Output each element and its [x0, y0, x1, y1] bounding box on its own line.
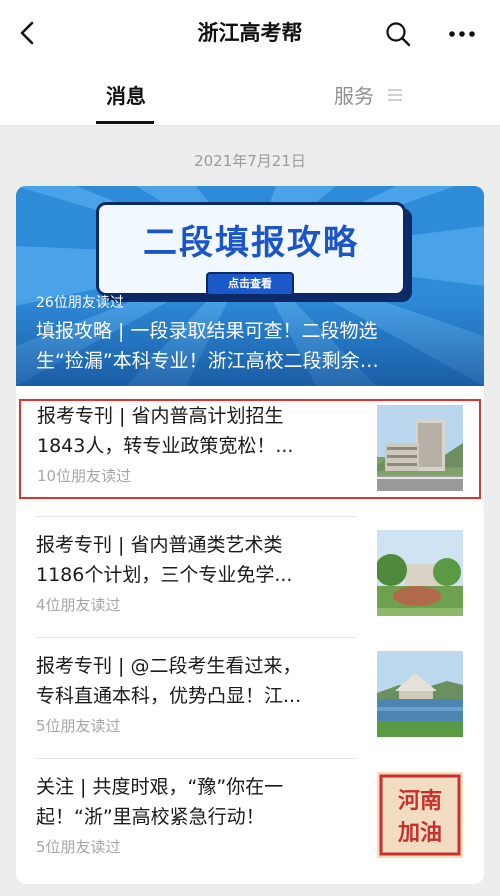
list-item[interactable]: 报考专刊 | @二段考生看过来， 专科直通本科，优势凸显！江... 5位朋友读过: [16, 639, 484, 751]
divider: [36, 758, 356, 759]
article-title-line-2: 专科直通本科，优势凸显！江...: [36, 685, 302, 707]
henan-poster: 河南 加油: [377, 772, 463, 858]
search-icon[interactable]: [384, 20, 412, 48]
active-tab-indicator: [96, 121, 154, 124]
article-read-count: 10位朋友读过: [37, 467, 132, 485]
svg-text:加油: 加油: [397, 821, 442, 846]
menu-icon: [388, 88, 403, 101]
article-title-line-1: 报考专刊 | 省内普高计划招生: [37, 405, 284, 427]
article-title-line-1: 报考专刊 | 省内普通类艺术类: [36, 534, 283, 556]
tab-services[interactable]: 服务: [334, 80, 424, 109]
article-title: 报考专刊 | @二段考生看过来， 专科直通本科，优势凸显！江...: [36, 651, 354, 711]
hero-view-button[interactable]: 点击查看: [206, 272, 294, 296]
article-title-line-2: 1186个计划，三个专业免学...: [36, 564, 293, 586]
article-title-line-2: 起！“浙”里高校紧急行动！: [36, 806, 265, 828]
article-read-count: 5位朋友读过: [36, 717, 121, 735]
page-title: 浙江高考帮: [197, 21, 303, 45]
article-title: 报考专刊 | 省内普通类艺术类 1186个计划，三个专业免学...: [36, 530, 354, 590]
hero-title: 填报攻略 | 一段录取结果可查！二段物选 生“捡漏”本科专业！浙江高校二段剩余…: [36, 316, 476, 376]
hero-title-line-2: 生“捡漏”本科专业！浙江高校二段剩余…: [36, 350, 379, 372]
tab-bar: 消息 服务: [0, 66, 500, 126]
list-item[interactable]: 报考专刊 | 省内普通类艺术类 1186个计划，三个专业免学... 4位朋友读过: [16, 518, 484, 630]
top-bar: 浙江高考帮: [0, 0, 500, 66]
divider: [36, 637, 356, 638]
tab-messages[interactable]: 消息: [86, 80, 166, 109]
message-date: 2021年7月21日: [194, 152, 306, 170]
article-title-line-1: 报考专刊 | @二段考生看过来，: [36, 655, 302, 677]
list-item[interactable]: 报考专刊 | 省内普高计划招生 1843人，转专业政策宽松！... 10位朋友读…: [19, 399, 481, 499]
hero-banner-title: 二段填报攻略: [143, 223, 359, 263]
divider: [36, 516, 356, 517]
article-read-count: 4位朋友读过: [36, 596, 121, 614]
article-read-count: 5位朋友读过: [36, 838, 121, 856]
campus-garden-photo: [377, 530, 463, 616]
hero-read-count: 26位朋友读过: [36, 295, 124, 311]
hero-title-line-1: 填报攻略 | 一段录取结果可查！二段物选: [36, 320, 378, 342]
article-title: 关注 | 共度时艰，“豫”你在一 起！“浙”里高校紧急行动！: [36, 772, 354, 832]
more-dots-icon[interactable]: [446, 20, 478, 48]
article-title-line-1: 关注 | 共度时艰，“豫”你在一: [36, 776, 284, 798]
article-title-line-2: 1843人，转专业政策宽松！...: [37, 435, 294, 457]
hero-article[interactable]: 二段填报攻略 点击查看 26位朋友读过 填报攻略 | 一段录取结果可查！二段物选…: [16, 186, 484, 386]
message-card: 二段填报攻略 点击查看 26位朋友读过 填报攻略 | 一段录取结果可查！二段物选…: [16, 186, 484, 884]
tab-services-label: 服务: [334, 84, 374, 108]
campus-lake-photo: [377, 651, 463, 737]
campus-building-photo: [377, 405, 463, 491]
svg-text:河南: 河南: [398, 789, 442, 814]
article-title: 报考专刊 | 省内普高计划招生 1843人，转专业政策宽松！...: [37, 401, 355, 461]
list-item[interactable]: 关注 | 共度时艰，“豫”你在一 起！“浙”里高校紧急行动！ 5位朋友读过 河南…: [16, 760, 484, 872]
